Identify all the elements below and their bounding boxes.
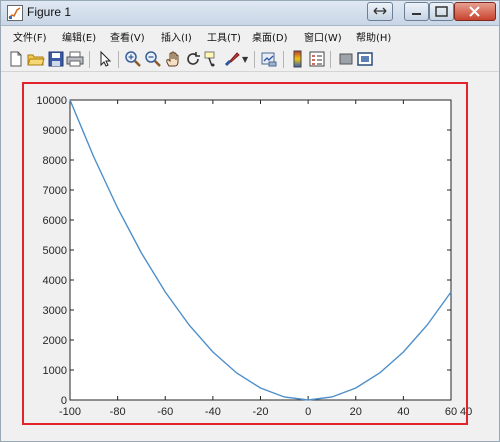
close-icon bbox=[469, 6, 480, 17]
menu-window[interactable]: 窗口(W) bbox=[304, 29, 342, 44]
title-bar[interactable]: Figure 1 bbox=[1, 1, 499, 26]
toolbar-separator bbox=[254, 51, 255, 68]
restore-layout-button[interactable] bbox=[367, 2, 393, 21]
zoom-in-icon[interactable] bbox=[124, 50, 142, 68]
colorbar-icon[interactable] bbox=[289, 50, 307, 68]
minimize-icon bbox=[412, 13, 421, 15]
highlight-frame bbox=[22, 82, 468, 425]
menu-insert[interactable]: 插入(I) bbox=[161, 29, 192, 44]
data-cursor-icon[interactable] bbox=[203, 50, 221, 68]
toolbar-separator bbox=[118, 51, 119, 68]
brush-dropdown-arrow-icon[interactable]: ▼ bbox=[242, 55, 248, 64]
menu-edit[interactable]: 编辑(E) bbox=[62, 29, 96, 44]
select-arrow-icon[interactable] bbox=[96, 50, 114, 68]
minimize-button[interactable] bbox=[404, 2, 429, 21]
menu-bar: 文件(F) 编辑(E) 查看(V) 插入(I) 工具(T) 桌面(D) 窗口(W… bbox=[1, 26, 499, 47]
save-icon[interactable] bbox=[47, 50, 65, 68]
hide-plot-tools-icon[interactable] bbox=[337, 50, 355, 68]
open-file-icon[interactable] bbox=[27, 50, 45, 68]
figure-toolbar: ▼ bbox=[1, 47, 499, 72]
legend-icon[interactable] bbox=[308, 50, 326, 68]
swap-arrows-icon bbox=[373, 7, 387, 15]
toolbar-separator bbox=[283, 51, 284, 68]
maximize-icon bbox=[435, 6, 448, 17]
figure-canvas: 0 1000 2000 3000 4000 5000 6000 7000 8000 9000 100… bbox=[2, 72, 498, 440]
pan-hand-icon[interactable] bbox=[164, 50, 182, 68]
link-plot-icon[interactable] bbox=[260, 50, 278, 68]
new-figure-icon[interactable] bbox=[7, 50, 25, 68]
print-icon[interactable] bbox=[66, 50, 84, 68]
close-button[interactable] bbox=[454, 2, 496, 21]
window-title: Figure 1 bbox=[27, 5, 72, 19]
figure-window: Figure 1 文件(F) 编辑(E) 查看(V) 插入(I) 工具(T) 桌… bbox=[0, 0, 500, 442]
menu-file[interactable]: 文件(F) bbox=[13, 29, 47, 44]
menu-help[interactable]: 帮助(H) bbox=[356, 29, 391, 44]
menu-desktop[interactable]: 桌面(D) bbox=[252, 29, 288, 44]
show-plot-tools-icon[interactable] bbox=[356, 50, 374, 68]
matlab-figure-icon bbox=[7, 5, 23, 21]
maximize-button[interactable] bbox=[429, 2, 454, 21]
rotate-3d-icon[interactable] bbox=[184, 50, 202, 68]
toolbar-separator bbox=[330, 51, 331, 68]
zoom-out-icon[interactable] bbox=[144, 50, 162, 68]
menu-tools[interactable]: 工具(T) bbox=[207, 29, 241, 44]
brush-icon[interactable] bbox=[223, 50, 241, 68]
menu-view[interactable]: 查看(V) bbox=[110, 29, 145, 44]
toolbar-separator bbox=[89, 51, 90, 68]
